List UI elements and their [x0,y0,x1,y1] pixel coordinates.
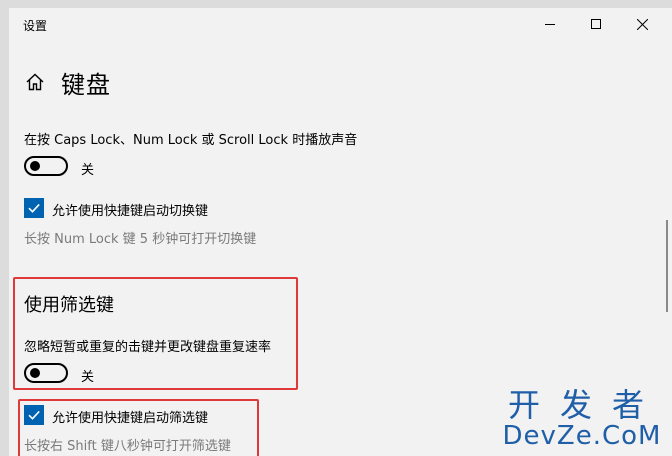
toggle-keys-hint: 长按 Num Lock 键 5 秒钟可打开切换键 [24,232,257,247]
sound-toggle[interactable] [24,156,68,176]
page-header: 键盘 [25,64,111,100]
filter-keys-heading: 使用筛选键 [24,295,114,316]
close-button[interactable] [619,8,665,40]
title-bar: 设置 [9,8,672,40]
minimize-button[interactable] [527,8,573,40]
filter-keys-description: 忽略短暂或重复的击键并更改键盘重复速率 [24,340,272,355]
maximize-icon [591,19,601,29]
toggle-knob [30,368,40,378]
filter-keys-toggle[interactable] [24,363,68,383]
filter-keys-shortcut-checkbox[interactable] [24,405,44,425]
checkmark-icon [28,410,40,420]
watermark: 开发者 DevZe.CoM [500,388,664,450]
scrollbar[interactable] [666,220,668,312]
home-icon[interactable] [25,72,45,92]
toggle-keys-shortcut-label: 允许使用快捷键启动切换键 [52,204,209,219]
toggle-knob [30,161,40,171]
maximize-button[interactable] [573,8,619,40]
sound-setting-label: 在按 Caps Lock、Num Lock 或 Scroll Lock 时播放声… [24,133,358,148]
page-title: 键盘 [61,70,111,99]
filter-keys-toggle-state: 关 [81,370,95,385]
watermark-en: DevZe.CoM [502,421,662,451]
filter-keys-hint: 长按右 Shift 键八秒钟可打开筛选键 [24,439,231,454]
minimize-icon [545,24,555,25]
sound-toggle-state: 关 [81,163,95,178]
watermark-cn: 开发者 [507,386,664,424]
checkmark-icon [28,203,40,213]
filter-keys-shortcut-label: 允许使用快捷键启动筛选键 [52,411,209,426]
window-title: 设置 [23,19,48,33]
close-icon [636,18,648,30]
toggle-keys-shortcut-checkbox[interactable] [24,198,44,218]
